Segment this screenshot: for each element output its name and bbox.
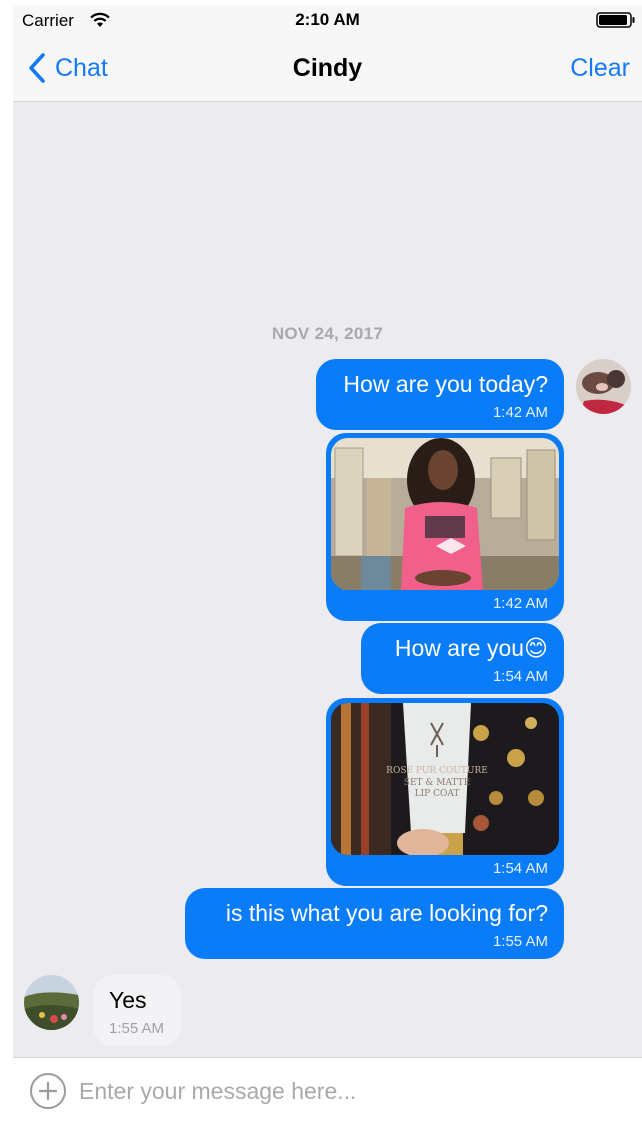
product-label-line2: SET & MATTE: [404, 778, 470, 788]
shared-photo[interactable]: ROSE PUR COUTURE SET & MATTE LIP COAT: [331, 703, 559, 855]
shared-photo[interactable]: [331, 438, 559, 590]
message-time: 1:54 AM: [492, 860, 548, 877]
conversation-title: Cindy: [292, 54, 363, 82]
message-input[interactable]: [79, 1070, 619, 1112]
phone-screen: Carrier 2:10 AM Chat Cindy Clear NOV 24,…: [13, 5, 642, 1123]
message-text: How are you today?: [343, 371, 548, 397]
message-time: 1:54 AM: [492, 668, 548, 685]
message-list[interactable]: NOV 24, 2017 How are you today? 1:42 AM: [13, 102, 642, 1057]
outgoing-image-bubble[interactable]: ROSE PUR COUTURE SET & MATTE LIP COAT 1:…: [326, 698, 564, 886]
my-avatar[interactable]: [576, 359, 631, 414]
clear-button[interactable]: Clear: [570, 54, 630, 83]
cindy-avatar[interactable]: [24, 975, 79, 1030]
message-text: How are you😊: [394, 635, 548, 661]
message-text: is this what you are looking for?: [225, 900, 548, 926]
plus-circle-icon[interactable]: [29, 1072, 67, 1110]
message-composer: [13, 1057, 642, 1123]
message-text: Yes: [109, 987, 147, 1013]
outgoing-image-bubble[interactable]: 1:42 AM: [326, 433, 564, 621]
navigation-bar: Chat Cindy Clear: [13, 35, 642, 102]
outgoing-message-bubble[interactable]: is this what you are looking for? 1:55 A…: [185, 888, 564, 959]
message-time: 1:42 AM: [492, 595, 548, 612]
outgoing-message-bubble[interactable]: How are you😊 1:54 AM: [361, 623, 564, 694]
message-time: 1:55 AM: [492, 933, 548, 950]
product-label-line1: ROSE PUR COUTURE: [386, 766, 488, 776]
status-time: 2:10 AM: [295, 10, 360, 29]
battery-icon: [596, 12, 635, 28]
my-avatar-photo: [576, 359, 631, 414]
lip-coat-product-photo: ROSE PUR COUTURE SET & MATTE LIP COAT: [331, 703, 559, 855]
woman-photo: [331, 438, 559, 590]
message-time: 1:42 AM: [492, 404, 548, 421]
status-bar: Carrier 2:10 AM: [13, 5, 642, 35]
cindy-avatar-photo: [24, 975, 79, 1030]
incoming-message-bubble[interactable]: Yes 1:55 AM: [93, 975, 181, 1046]
date-separator: NOV 24, 2017: [271, 324, 384, 343]
message-time: 1:55 AM: [109, 1020, 165, 1037]
product-label-line3: LIP COAT: [415, 789, 460, 799]
outgoing-message-bubble[interactable]: How are you today? 1:42 AM: [316, 359, 564, 430]
